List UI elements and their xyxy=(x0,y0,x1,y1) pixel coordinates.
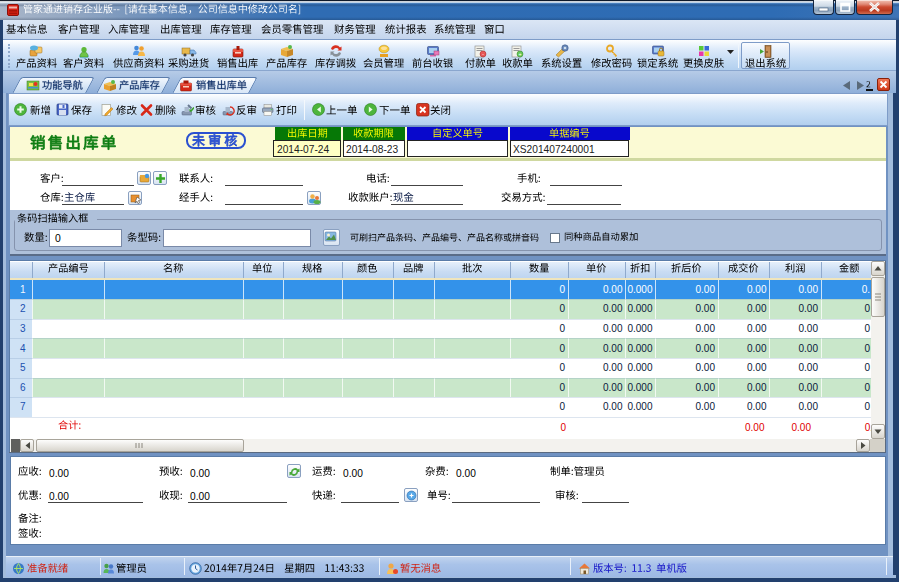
svg-text:+: + xyxy=(518,51,521,57)
